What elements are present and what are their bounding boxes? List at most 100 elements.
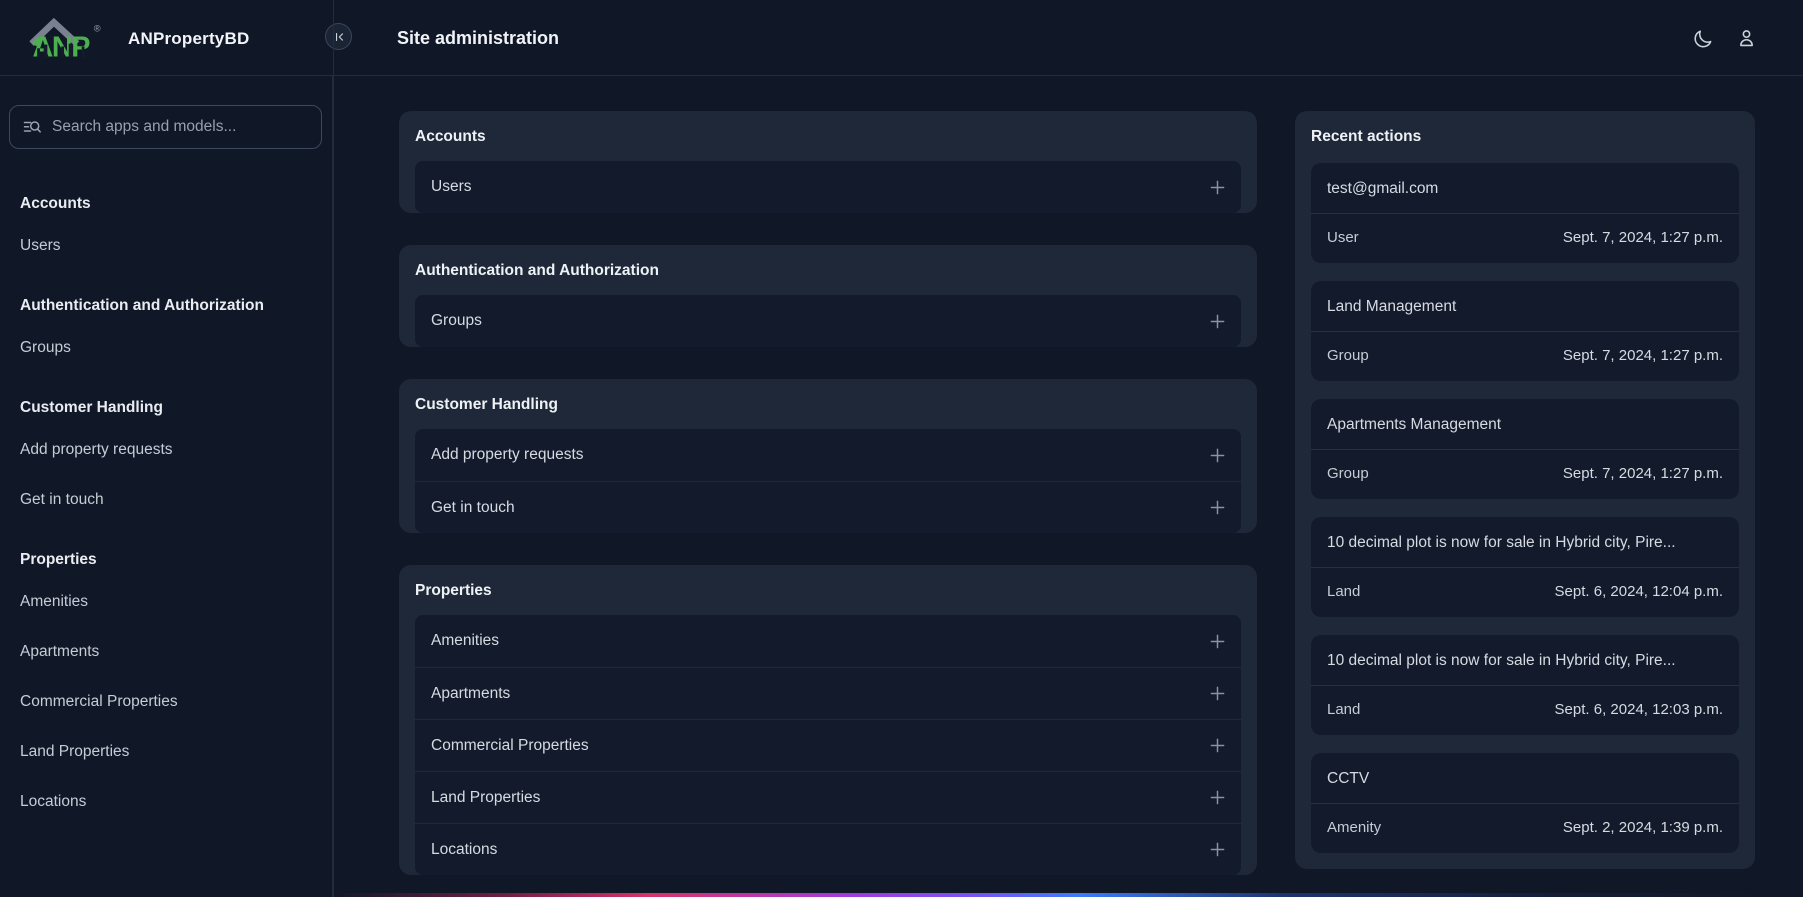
model-list: Users [415,161,1241,213]
model-row-users[interactable]: Users [415,161,1241,213]
model-link[interactable]: Locations [431,841,497,859]
add-button[interactable] [1208,178,1227,197]
trademark-symbol: ® [94,24,101,34]
add-icon [1210,180,1225,194]
recent-actions-card: Recent actions test@gmail.com User Sept. 7… [1295,111,1755,869]
entry-type: Land [1327,701,1361,718]
model-link[interactable]: Land Properties [431,789,540,807]
recent-action-entry[interactable]: 10 decimal plot is now for sale in Hybri… [1311,517,1739,617]
add-button[interactable] [1208,684,1227,703]
sidebar-item-amenities[interactable]: Amenities [20,577,312,627]
entry-type: Amenity [1327,819,1382,836]
add-icon [1210,842,1225,857]
model-link[interactable]: Groups [431,312,482,330]
model-list: Groups [415,295,1241,347]
recent-action-entry[interactable]: test@gmail.com User Sept. 7, 2024, 1:27 p.… [1311,163,1739,263]
model-link[interactable]: Get in touch [431,499,515,517]
entry-title: 10 decimal plot is now for sale in Hybri… [1311,635,1739,686]
sidebar-item-users[interactable]: Users [20,221,312,271]
add-button[interactable] [1208,446,1227,465]
recent-action-entry[interactable]: 10 decimal plot is now for sale in Hybri… [1311,635,1739,735]
sidebar-nav: Accounts Users Authentication and Authoriz… [0,149,332,873]
recent-actions-list: test@gmail.com User Sept. 7, 2024, 1:27 p.… [1311,163,1739,853]
card-title: Properties [415,582,492,599]
model-row-add-property-requests[interactable]: Add property requests [415,429,1241,481]
user-icon [1740,29,1753,46]
site-administration-page: ANP ® ANPropertyBD Site administration S… [0,0,1803,897]
theme-toggle-button[interactable] [1693,28,1714,49]
app-cards-column: Accounts Users Authentication and Authoriz… [399,111,1257,897]
entry-meta: Land Sept. 6, 2024, 12:04 p.m. [1311,568,1739,617]
add-button[interactable] [1208,498,1227,517]
add-icon [1210,738,1225,753]
card-title: Accounts [415,128,486,145]
model-row-land-properties[interactable]: Land Properties [415,771,1241,823]
model-row-apartments[interactable]: Apartments [415,667,1241,719]
model-row-amenities[interactable]: Amenities [415,615,1241,667]
model-link[interactable]: Amenities [431,632,499,650]
sidebar: Accounts Users Authentication and Authoriz… [0,76,333,897]
sidebar-section-accounts: Accounts Users [20,195,312,271]
sidebar-item-commercial-properties[interactable]: Commercial Properties [20,677,312,727]
model-link[interactable]: Commercial Properties [431,737,589,755]
app-header: ANP ® ANPropertyBD Site administration [0,0,1803,76]
sidebar-item-groups[interactable]: Groups [20,323,312,373]
model-row-commercial-properties[interactable]: Commercial Properties [415,719,1241,771]
brand[interactable]: ANP ® ANPropertyBD [26,14,249,64]
entry-title: test@gmail.com [1311,163,1739,214]
recent-action-entry[interactable]: Land Management Group Sept. 7, 2024, 1:27 … [1311,281,1739,381]
page-title: Site administration [397,27,560,48]
moon-icon [1694,29,1712,47]
model-row-get-in-touch[interactable]: Get in touch [415,481,1241,533]
add-button[interactable] [1208,840,1227,859]
entry-timestamp: Sept. 7, 2024, 1:27 p.m. [1562,229,1723,246]
sidebar-item-locations[interactable]: Locations [20,777,312,827]
entry-timestamp: Sept. 7, 2024, 1:27 p.m. [1562,347,1723,364]
sidebar-collapse-button[interactable] [325,23,352,50]
entry-timestamp: Sept. 6, 2024, 12:04 p.m. [1554,583,1723,600]
search-icon [23,121,41,133]
recent-action-entry[interactable]: CCTV Amenity Sept. 2, 2024, 1:39 p.m. [1311,753,1739,853]
sidebar-item-get-in-touch[interactable]: Get in touch [20,475,312,525]
add-button[interactable] [1208,736,1227,755]
main-content: Accounts Users Authentication and Authoriz… [333,76,1803,897]
model-row-locations[interactable]: Locations [415,823,1241,875]
model-link[interactable]: Users [431,178,471,196]
entry-title: Land Management [1311,281,1739,332]
model-link[interactable]: Apartments [431,685,510,703]
sidebar-section-properties: Properties Amenities Apartments Commercial … [20,551,312,827]
entry-title: Apartments Management [1311,399,1739,450]
add-button[interactable] [1208,788,1227,807]
bottom-gradient-bar [333,893,1770,897]
search-input[interactable] [52,118,309,136]
model-list: Amenities Apartments Commercial Properties… [415,615,1241,875]
entry-meta: Group Sept. 7, 2024, 1:27 p.m. [1311,450,1739,499]
app-card-customer-handling: Customer Handling Add property requests Ge… [399,379,1257,533]
add-icon [1210,314,1225,328]
entry-timestamp: Sept. 6, 2024, 12:03 p.m. [1554,701,1723,718]
sidebar-section-header: Accounts [20,195,91,212]
entry-timestamp: Sept. 7, 2024, 1:27 p.m. [1562,465,1723,482]
entry-title: CCTV [1311,753,1739,804]
user-menu-button[interactable] [1736,28,1757,49]
sidebar-item-land-properties[interactable]: Land Properties [20,727,312,777]
add-icon [1210,790,1225,805]
model-link[interactable]: Add property requests [431,446,584,464]
app-card-properties: Properties Amenities Apartments Commercial … [399,565,1257,875]
model-row-groups[interactable]: Groups [415,295,1241,347]
add-button[interactable] [1208,632,1227,651]
entry-type: User [1327,229,1359,246]
entry-meta: Group Sept. 7, 2024, 1:27 p.m. [1311,332,1739,381]
card-title: Authentication and Authorization [415,262,659,279]
sidebar-section-header: Customer Handling [20,399,163,416]
entry-meta: Land Sept. 6, 2024, 12:03 p.m. [1311,686,1739,735]
sidebar-section-authentication-and-authorization: Authentication and Authorization Groups [20,297,312,373]
search-box[interactable] [9,105,322,149]
model-list: Add property requests Get in touch [415,429,1241,533]
add-button[interactable] [1208,312,1227,331]
entry-meta: User Sept. 7, 2024, 1:27 p.m. [1311,214,1739,263]
app-card-authentication-and-authorization: Authentication and Authorization Groups [399,245,1257,347]
sidebar-item-add-property-requests[interactable]: Add property requests [20,425,312,475]
sidebar-item-apartments[interactable]: Apartments [20,627,312,677]
recent-action-entry[interactable]: Apartments Management Group Sept. 7, 2024,… [1311,399,1739,499]
